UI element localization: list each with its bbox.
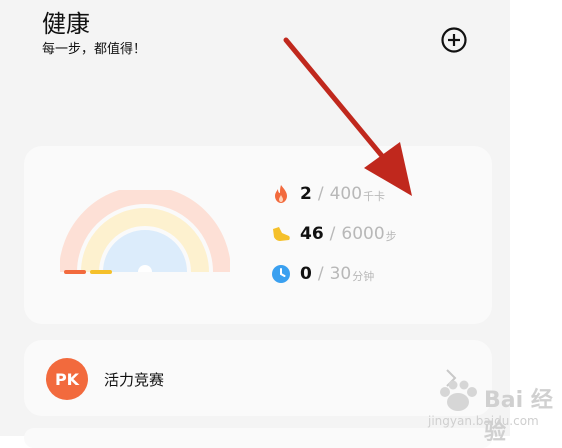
add-circle-icon[interactable] — [440, 26, 468, 54]
calories-unit: 千卡 — [363, 190, 386, 203]
calories-target: 400 — [329, 184, 363, 204]
steps-stat: 46 / 6000 步 — [270, 222, 397, 246]
flame-icon — [275, 185, 287, 203]
steps-separator: / — [329, 224, 336, 244]
watermark-url: jingyan.baidu.com — [428, 414, 539, 428]
minutes-value: 0 — [300, 264, 312, 284]
steps-unit: 步 — [385, 230, 397, 243]
pk-badge: PK — [46, 358, 88, 400]
page-subtitle: 每一步，都值得！ — [42, 42, 147, 57]
minutes-target: 30 — [329, 264, 352, 284]
margin-strip — [510, 0, 562, 436]
steps-target: 6000 — [341, 224, 385, 244]
calories-progress-mark — [64, 270, 86, 274]
competition-card[interactable] — [24, 340, 492, 416]
minutes-separator: / — [317, 264, 324, 284]
shoe-icon — [273, 227, 290, 241]
calories-value: 2 — [300, 184, 312, 204]
minutes-unit: 分钟 — [352, 270, 375, 283]
page-title: 健康 — [42, 10, 90, 38]
activity-rings-gauge — [60, 190, 230, 274]
competition-label: 活力竞赛 — [104, 371, 165, 389]
paw-logo-icon — [440, 380, 477, 411]
calories-separator: / — [317, 184, 324, 204]
steps-progress-mark — [90, 270, 112, 274]
clock-icon — [272, 265, 290, 283]
steps-value: 46 — [300, 224, 324, 244]
watermark: Bai 经验 jingyan.baidu.com — [428, 378, 560, 445]
calories-stat: 2 / 400 千卡 — [270, 182, 385, 206]
next-card[interactable] — [24, 428, 492, 448]
minutes-stat: 0 / 30 分钟 — [270, 262, 374, 286]
